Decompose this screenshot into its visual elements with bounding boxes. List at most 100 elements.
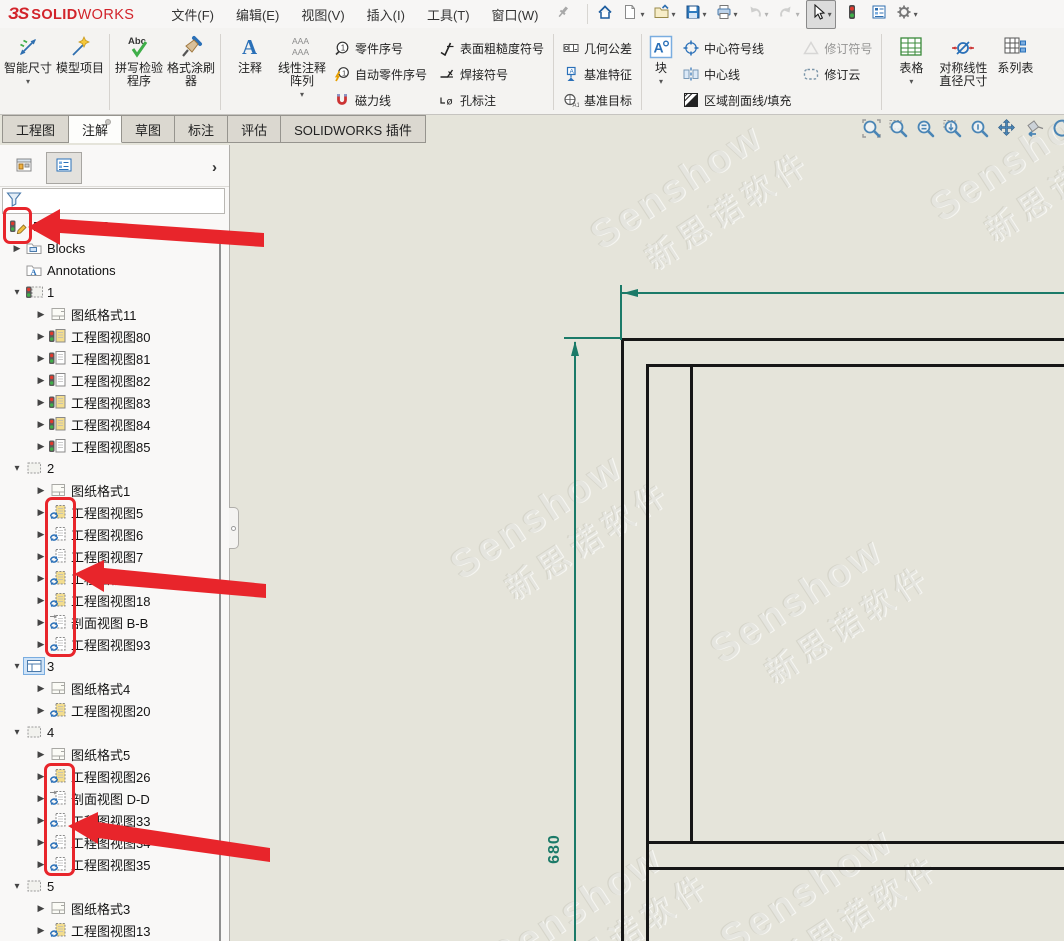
expand-arrow-icon[interactable]: ▶ [34,551,48,562]
ribbon-button-series-table[interactable]: 系列表 [989,30,1041,114]
collapse-arrow-icon[interactable]: ▾ [10,463,24,474]
tree-item[interactable]: ▶工程图视图81 [0,347,229,369]
collapse-arrow-icon[interactable]: ▾ [10,287,24,298]
tab-annotation[interactable]: 注解 [69,115,122,143]
ribbon-button-datum-target[interactable]: A1基准目标 [557,87,638,113]
ribbon-button-magnetic-line[interactable]: 磁力线 [328,87,433,113]
expand-arrow-icon[interactable]: ▶ [34,639,48,650]
ribbon-button-linear-note-pattern[interactable]: AAAAAA线性注释阵列▾ [276,30,328,114]
dropdown-arrow-icon[interactable]: ▾ [796,10,800,19]
expand-arrow-icon[interactable]: ▶ [34,419,48,430]
expand-arrow-icon[interactable]: ▶ [34,705,48,716]
ribbon-button-geometric-tolerance[interactable]: 几何公差 [557,35,638,61]
expand-arrow-icon[interactable]: ▶ [34,397,48,408]
pin-menu-icon[interactable] [549,1,577,28]
tree-item[interactable]: ▶图纸格式4 [0,677,229,699]
view-orientation-button[interactable] [1021,119,1045,143]
collapse-arrow-icon[interactable]: ▾ [10,881,24,892]
expand-arrow-icon[interactable]: ▶ [34,375,48,386]
dropdown-arrow-icon[interactable]: ▾ [672,10,676,19]
tree-item[interactable]: ▶工程图视图93 [0,633,229,655]
expand-arrow-icon[interactable]: ▶ [34,529,48,540]
menu-edit[interactable]: 编辑(E) [225,0,290,29]
tree-item[interactable]: ▶图纸格式11 [0,303,229,325]
tree-item[interactable]: ▶工程图视图83 [0,391,229,413]
select-button[interactable]: ▾ [806,0,836,29]
ribbon-button-block[interactable]: A块▾ [645,30,677,114]
tree-item[interactable]: ▶工程图视图80 [0,325,229,347]
expand-arrow-icon[interactable]: ▶ [34,749,48,760]
save-button[interactable]: ▾ [682,1,710,28]
ribbon-button-area-hatch[interactable]: 区域剖面线/填充 [677,87,797,113]
tab-drawing[interactable]: 工程图 [2,115,69,143]
dimension-line-vertical[interactable] [574,342,576,941]
dropdown-arrow-icon[interactable]: ▾ [703,10,707,19]
display-pane-tab[interactable] [46,152,82,184]
panel-splitter[interactable] [229,507,239,549]
ribbon-button-revision-cloud[interactable]: 修订云 [797,61,878,87]
collapse-arrow-icon[interactable]: ▾ [10,727,24,738]
tree-item[interactable]: ▶工程图视图84 [0,413,229,435]
print-button[interactable]: ▾ [713,1,741,28]
tree-item[interactable]: ▶图纸格式1 [0,479,229,501]
ribbon-button-center-mark[interactable]: 中心符号线 [677,35,797,61]
tree-item[interactable]: ▶工程图视图82 [0,369,229,391]
tree-item[interactable]: ▶Blocks [0,237,229,259]
expand-arrow-icon[interactable]: ▶ [34,309,48,320]
rotate-view-button[interactable] [1048,119,1064,143]
options-list-button[interactable] [868,1,890,28]
expand-arrow-icon[interactable]: ▶ [34,441,48,452]
dropdown-arrow-icon[interactable]: ▾ [765,10,769,19]
expand-arrow-icon[interactable]: ▶ [34,331,48,342]
ribbon-button-spell-checker[interactable]: Abc拼写检验程序 [113,30,165,114]
new-document-button[interactable]: ▾ [619,1,647,28]
expand-arrow-icon[interactable]: ▶ [34,353,48,364]
expand-arrow-icon[interactable]: ▶ [34,683,48,694]
ribbon-button-surface-finish[interactable]: 表面粗糙度符号 [433,35,550,61]
tab-markup[interactable]: 标注 [175,115,228,143]
tree-item[interactable]: ▶工程图视图85 [0,435,229,457]
menu-tools[interactable]: 工具(T) [416,0,481,29]
expand-arrow-icon[interactable]: ▶ [34,815,48,826]
dropdown-arrow-icon[interactable]: ▾ [26,77,30,86]
expand-arrow-icon[interactable]: ▶ [34,859,48,870]
ribbon-button-symmetric-diameter[interactable]: 对称线性直径尺寸 [937,30,989,114]
ribbon-button-note[interactable]: A注释 [224,30,276,114]
magnifier-button[interactable] [967,119,991,143]
expand-arrow-icon[interactable]: ▶ [34,485,48,496]
expand-arrow-icon[interactable]: ▶ [34,595,48,606]
dropdown-arrow-icon[interactable]: ▾ [828,10,832,19]
expand-arrow-icon[interactable]: ▶ [34,793,48,804]
tree-item[interactable]: ▶工程图视图13 [0,919,229,941]
tree-item[interactable]: ▶工程图视图26 [0,765,229,787]
zoom-to-selection-button[interactable] [940,119,964,143]
tab-addins[interactable]: SOLIDWORKS 插件 [281,115,426,143]
dropdown-arrow-icon[interactable]: ▾ [909,77,913,86]
expand-arrow-icon[interactable]: ▶ [34,925,48,936]
pan-button[interactable] [994,119,1018,143]
tab-evaluate[interactable]: 评估 [228,115,281,143]
tree-item[interactable]: ▾2 [0,457,229,479]
menu-file[interactable]: 文件(F) [160,0,225,29]
expand-arrow-icon[interactable]: ▶ [34,507,48,518]
ribbon-button-format-painter[interactable]: 格式涂刷器 [165,30,217,114]
tree-item[interactable]: ▶工程图视图35 [0,853,229,875]
panel-handle-dot[interactable] [105,119,111,125]
menu-view[interactable]: 视图(V) [290,0,355,29]
dimension-value[interactable]: 680 [546,823,568,875]
expand-arrow-icon[interactable]: ▶ [34,837,48,848]
zoom-to-area-button[interactable] [886,119,910,143]
tree-item[interactable]: ▶工程图视图34 [0,831,229,853]
expand-arrow-icon[interactable]: ▶ [34,573,48,584]
rebuild-button[interactable] [841,1,863,28]
open-button[interactable]: ▾ [651,1,679,28]
expand-arrow-icon[interactable]: ▶ [10,243,24,254]
tree-item[interactable]: ▾4 [0,721,229,743]
ribbon-button-smart-dimension[interactable]: 智能尺寸▾ [2,30,54,114]
dropdown-arrow-icon[interactable]: ▾ [734,10,738,19]
feature-tree-tab[interactable] [6,152,42,184]
tree-item[interactable]: ▶工程图视图7 [0,545,229,567]
tree-item[interactable]: ▶工程图视图33 [0,809,229,831]
ribbon-button-weld-symbol[interactable]: 焊接符号 [433,61,550,87]
panel-expand-chevron[interactable]: › [206,159,223,176]
